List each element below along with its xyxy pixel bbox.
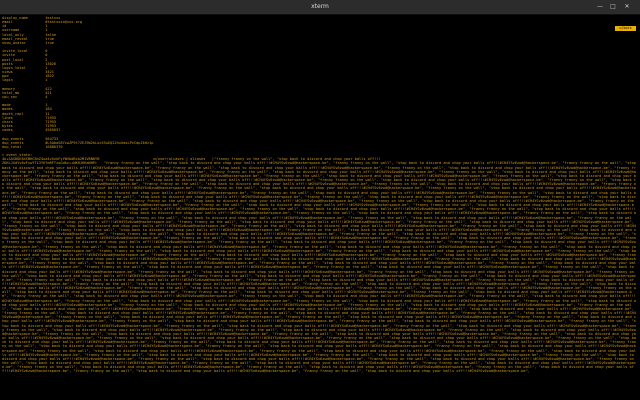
minimize-button[interactable]: — <box>596 3 604 11</box>
status-badge: u/bots <box>615 26 636 31</box>
window-title: xterm <box>311 3 329 10</box>
terminal-output: display_name testxxx email #testxxxx@xxx… <box>2 16 636 374</box>
window-titlebar[interactable]: xterm — □ ✕ <box>0 0 640 15</box>
scrollbar[interactable] <box>636 15 640 400</box>
close-button[interactable]: ✕ <box>623 3 631 11</box>
maximize-button[interactable]: □ <box>609 3 617 11</box>
terminal-area[interactable]: display_name testxxx email #testxxxx@xxx… <box>0 15 640 400</box>
